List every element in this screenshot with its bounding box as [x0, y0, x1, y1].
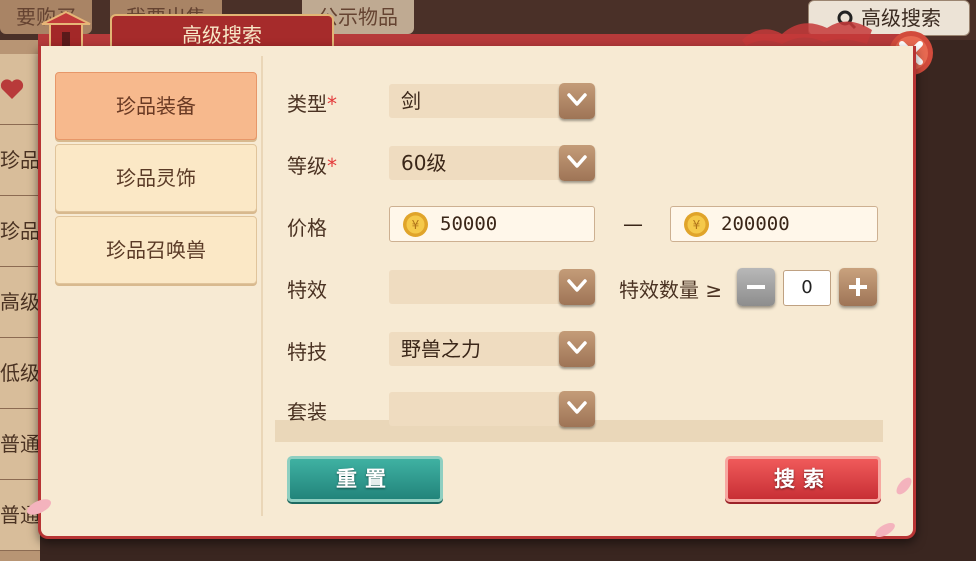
effect-label: 特效 [287, 278, 327, 302]
search-button[interactable]: 搜索 [725, 456, 881, 502]
price-separator: — [623, 212, 643, 236]
chevron-down-icon [567, 93, 587, 106]
set-label: 套装 [287, 400, 327, 424]
background-right-area [912, 40, 976, 561]
set-select[interactable] [389, 391, 595, 427]
level-dropdown-button[interactable] [559, 145, 595, 181]
pavilion-icon [41, 10, 91, 49]
list-item[interactable]: 低级 [0, 338, 40, 409]
nav-rare-equipment[interactable]: 珍品装备 [55, 72, 257, 140]
svg-text:¥: ¥ [412, 218, 420, 232]
effect-dropdown-button[interactable] [559, 269, 595, 305]
petal-icon [26, 499, 52, 515]
coin-icon: ¥ [403, 212, 428, 237]
price-label: 价格 [287, 216, 327, 240]
skill-dropdown-button[interactable] [559, 331, 595, 367]
price-max-input[interactable]: ¥ 200000 [670, 206, 878, 242]
chevron-down-icon [567, 279, 587, 292]
minus-icon [747, 285, 765, 289]
search-form: 类型* 剑 等级* 60级 价格 ¥ 50000 — ¥ 200000 特效 特… [275, 46, 897, 514]
level-value: 60级 [401, 151, 447, 175]
type-dropdown-button[interactable] [559, 83, 595, 119]
list-item[interactable]: 高级 [0, 267, 40, 338]
svg-text:¥: ¥ [693, 218, 701, 232]
set-dropdown-button[interactable] [559, 391, 595, 427]
advanced-search-dialog: 珍品装备 珍品灵饰 珍品召唤兽 类型* 剑 等级* 60级 价格 ¥ 50000… [38, 46, 916, 539]
heart-icon [0, 79, 24, 99]
price-min-value: 50000 [440, 213, 498, 235]
nav-rare-summon[interactable]: 珍品召唤兽 [55, 216, 257, 284]
reset-button[interactable]: 重置 [287, 456, 443, 502]
skill-select[interactable]: 野兽之力 [389, 331, 595, 367]
effect-select[interactable] [389, 269, 595, 305]
petal-icon [896, 477, 912, 495]
type-label: 类型* [287, 92, 337, 116]
coin-icon: ¥ [684, 212, 709, 237]
nav-rare-accessory[interactable]: 珍品灵饰 [55, 144, 257, 212]
chevron-down-icon [567, 341, 587, 354]
chevron-down-icon [567, 401, 587, 414]
type-select[interactable]: 剑 [389, 83, 595, 119]
skill-value: 野兽之力 [401, 337, 481, 361]
increment-button[interactable] [839, 268, 877, 306]
price-min-input[interactable]: ¥ 50000 [389, 206, 595, 242]
category-nav: 珍品装备 珍品灵饰 珍品召唤兽 [41, 46, 263, 514]
divider [261, 56, 263, 516]
chevron-down-icon [567, 155, 587, 168]
list-item[interactable]: 珍品 [0, 196, 40, 267]
level-select[interactable]: 60级 [389, 145, 595, 181]
plus-icon [849, 278, 867, 296]
price-max-value: 200000 [721, 213, 790, 235]
horse-ornament-icon [742, 21, 872, 46]
decrement-button[interactable] [737, 268, 775, 306]
petal-icon [875, 523, 895, 537]
skill-label: 特技 [287, 340, 327, 364]
effect-count-input[interactable]: 0 [783, 270, 831, 306]
list-item[interactable]: 珍品 [0, 125, 40, 196]
effect-count-label: 特效数量 ≥ [619, 278, 723, 302]
list-item[interactable]: 普通 [0, 409, 40, 480]
level-label: 等级* [287, 154, 337, 178]
type-value: 剑 [401, 89, 421, 113]
favorite-item[interactable] [0, 54, 40, 125]
